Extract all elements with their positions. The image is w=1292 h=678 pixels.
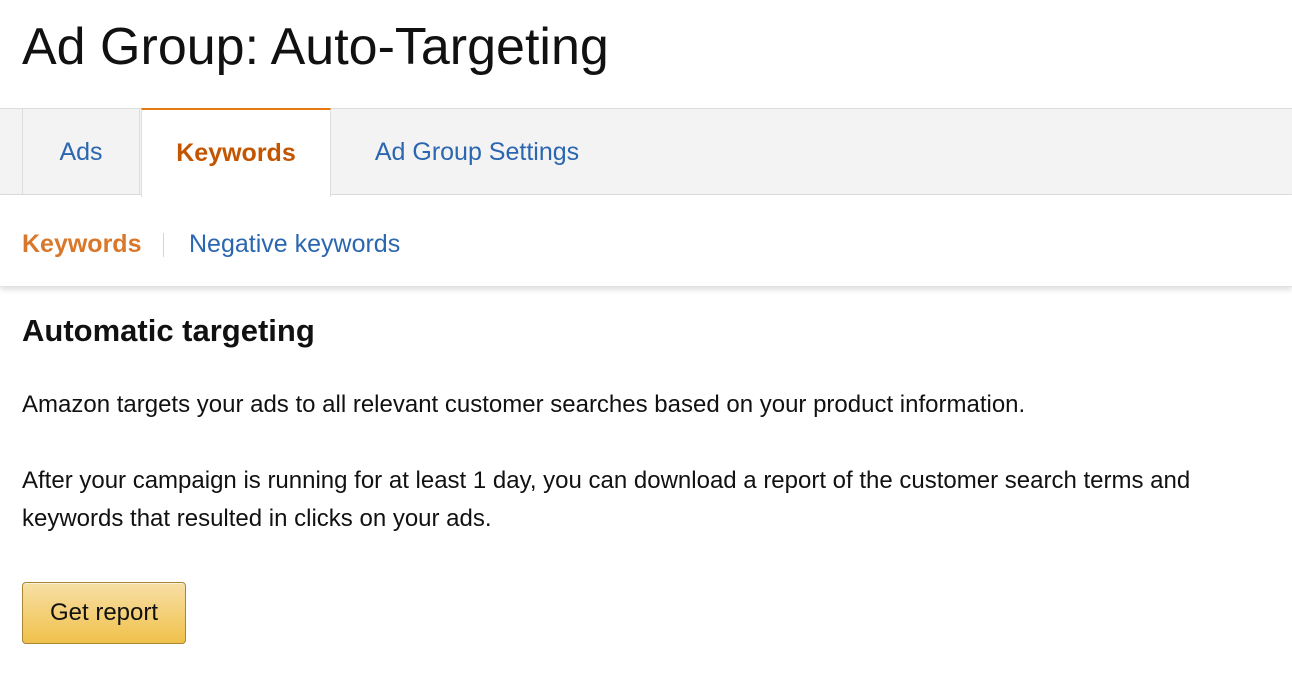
tab-keywords[interactable]: Keywords xyxy=(141,108,331,197)
tab-ads[interactable]: Ads xyxy=(22,108,140,196)
get-report-button[interactable]: Get report xyxy=(22,582,186,644)
page-title: Ad Group: Auto-Targeting xyxy=(22,18,609,76)
tab-ad-group-settings[interactable]: Ad Group Settings xyxy=(332,108,622,196)
report-info-text: After your campaign is running for at le… xyxy=(22,467,1191,532)
sub-navigation: Keywords Negative keywords xyxy=(0,195,1292,287)
section-title: Automatic targeting xyxy=(22,313,315,348)
subnav-keywords[interactable]: Keywords xyxy=(22,229,141,259)
description-text: Amazon targets your ads to all relevant … xyxy=(22,391,1026,418)
subnav-negative-keywords[interactable]: Negative keywords xyxy=(189,229,400,259)
tab-bar: Ads Keywords Ad Group Settings xyxy=(0,108,1292,197)
subnav-divider xyxy=(163,233,164,257)
